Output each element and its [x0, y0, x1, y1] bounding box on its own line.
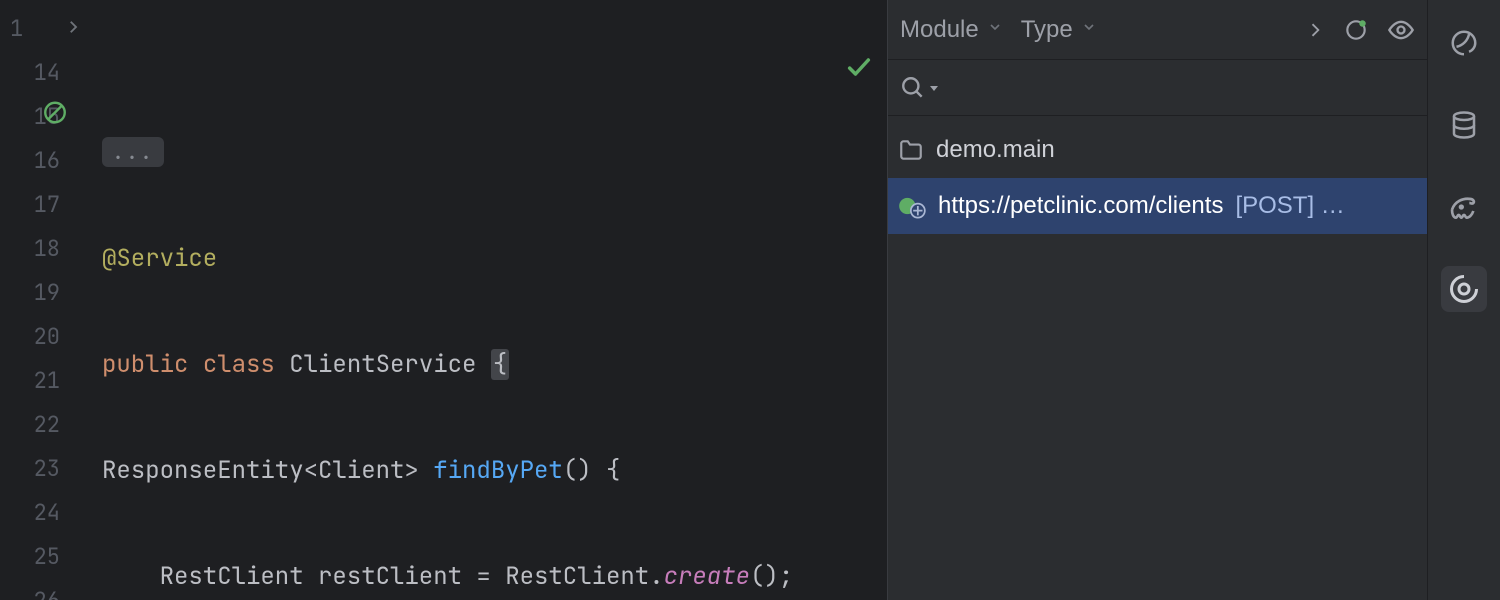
line-number: 26 — [34, 586, 60, 600]
chevron-right-icon[interactable] — [64, 13, 82, 44]
expand-icon[interactable] — [1305, 20, 1325, 40]
line-number: 14 — [34, 58, 60, 87]
right-toolstrip — [1428, 0, 1500, 600]
line-number: 21 — [34, 366, 60, 395]
module-folder-icon — [898, 137, 924, 163]
panel-toolbar: Module Type — [888, 0, 1427, 60]
folded-region-badge[interactable]: ... — [102, 137, 164, 167]
gradle-tool-icon[interactable] — [1441, 184, 1487, 230]
endpoints-tree: demo.main https://petclinic.com/clients … — [888, 116, 1427, 600]
code-editor[interactable]: 1 14 15 16 17 18 19 20 21 22 23 24 25 26… — [0, 0, 888, 600]
chevron-down-icon — [987, 19, 1003, 40]
endpoint-url: https://petclinic.com/clients — [938, 192, 1223, 220]
http-endpoint-icon — [898, 192, 926, 220]
filter-icon[interactable] — [1343, 17, 1369, 43]
chevron-down-icon — [1081, 19, 1097, 40]
line-gutter: 1 14 15 16 17 18 19 20 21 22 23 24 25 26 — [0, 0, 96, 600]
endpoint-method: [POST] … — [1235, 192, 1344, 220]
line-number: 20 — [34, 322, 60, 351]
code-area[interactable]: ... @Service public class ClientService … — [96, 0, 887, 600]
line-number: 24 — [34, 498, 60, 527]
line-number: 19 — [34, 278, 60, 307]
spring-tool-icon[interactable] — [1441, 20, 1487, 66]
tree-root[interactable]: demo.main — [888, 122, 1427, 178]
code-text: @Service — [102, 243, 217, 274]
line-number: 22 — [34, 410, 60, 439]
tree-root-label: demo.main — [936, 136, 1055, 164]
tree-item-endpoint[interactable]: https://petclinic.com/clients [POST] … — [888, 178, 1427, 234]
inspection-ok-icon[interactable] — [737, 10, 873, 130]
line-number: 1 — [10, 14, 23, 43]
type-dropdown[interactable]: Type — [1021, 16, 1097, 44]
module-dropdown[interactable]: Module — [900, 16, 1003, 44]
search-icon — [900, 75, 926, 101]
no-entry-icon[interactable] — [42, 100, 68, 133]
line-number: 18 — [34, 234, 60, 263]
line-number: 17 — [34, 190, 60, 219]
endpoints-tool-icon[interactable] — [1441, 266, 1487, 312]
endpoints-tool-window: Module Type demo.main https://petclinic.… — [888, 0, 1428, 600]
line-number: 23 — [34, 454, 60, 483]
line-number: 16 — [34, 146, 60, 175]
line-number: 25 — [34, 542, 60, 571]
database-tool-icon[interactable] — [1441, 102, 1487, 148]
caret-down-icon — [928, 82, 940, 94]
eye-icon[interactable] — [1387, 16, 1415, 44]
panel-search[interactable] — [888, 60, 1427, 116]
